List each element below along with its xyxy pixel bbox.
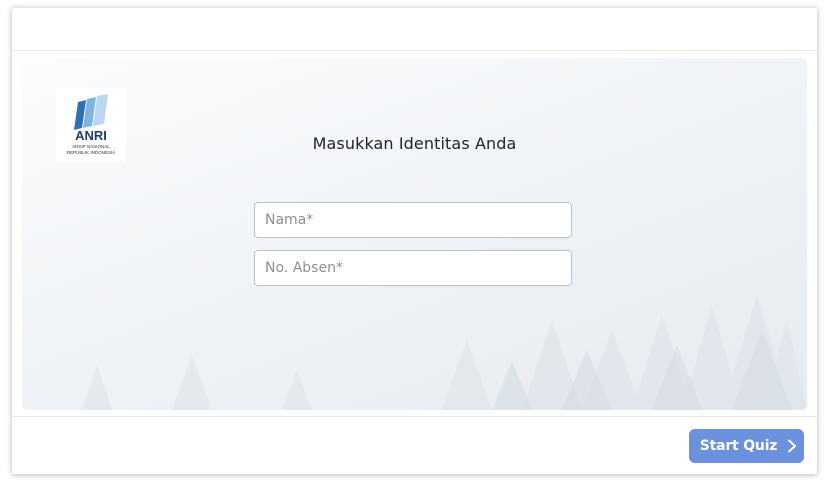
start-quiz-button[interactable]: Start Quiz bbox=[689, 429, 804, 463]
name-input[interactable] bbox=[254, 202, 572, 238]
footer-bar: Start Quiz bbox=[12, 416, 817, 474]
identity-panel: ANRI ARSIP NASIONAL REPUBLIK INDONESIA M… bbox=[22, 58, 807, 410]
page-title: Masukkan Identitas Anda bbox=[312, 134, 517, 153]
chevron-right-icon bbox=[788, 439, 797, 453]
top-bar bbox=[12, 8, 817, 51]
start-quiz-label: Start Quiz bbox=[699, 438, 778, 454]
quiz-window: ANRI ARSIP NASIONAL REPUBLIK INDONESIA M… bbox=[12, 8, 817, 474]
absen-number-input[interactable] bbox=[254, 250, 572, 286]
